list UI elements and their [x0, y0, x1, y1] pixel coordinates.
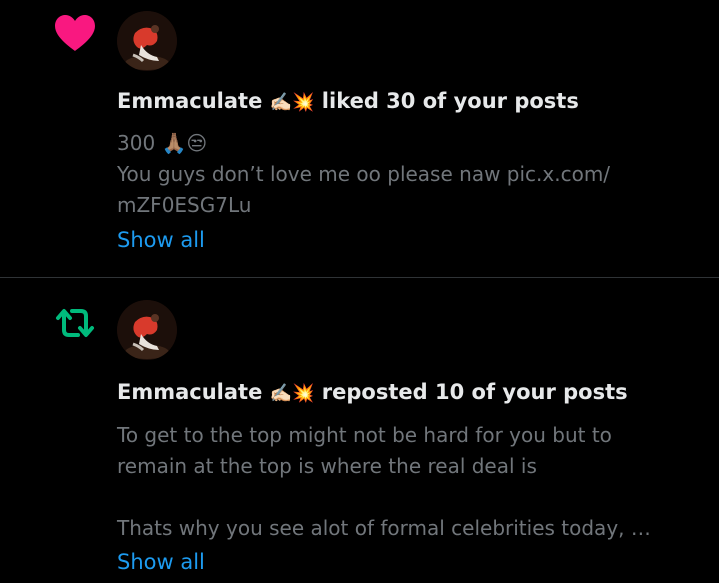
notification-repost[interactable]: Emmaculate ✍🏻💥 reposted 10 of your posts…: [0, 278, 719, 583]
notification-like[interactable]: Emmaculate ✍🏻💥 liked 30 of your posts 30…: [0, 0, 719, 277]
user-name[interactable]: Emmaculate: [117, 89, 262, 113]
repost-icon: [56, 309, 94, 337]
show-all-link[interactable]: Show all: [117, 548, 205, 576]
post-preview-text[interactable]: To get to the top might not be hard for …: [117, 420, 707, 544]
show-all-link[interactable]: Show all: [117, 226, 205, 254]
action-text: liked 30 of your posts: [321, 89, 579, 113]
post-preview-text[interactable]: 300 🙏🏽😒 You guys don’t love me oo please…: [117, 128, 707, 221]
user-emojis: ✍🏻💥: [269, 383, 315, 404]
notification-headline: Emmaculate ✍🏻💥 liked 30 of your posts: [117, 87, 579, 117]
notification-headline: Emmaculate ✍🏻💥 reposted 10 of your posts: [117, 378, 628, 408]
user-emojis: ✍🏻💥: [269, 92, 315, 113]
avatar[interactable]: [117, 300, 177, 360]
heart-icon: [55, 15, 95, 51]
user-name[interactable]: Emmaculate: [117, 380, 262, 404]
avatar[interactable]: [117, 11, 177, 71]
action-text: reposted 10 of your posts: [321, 380, 628, 404]
